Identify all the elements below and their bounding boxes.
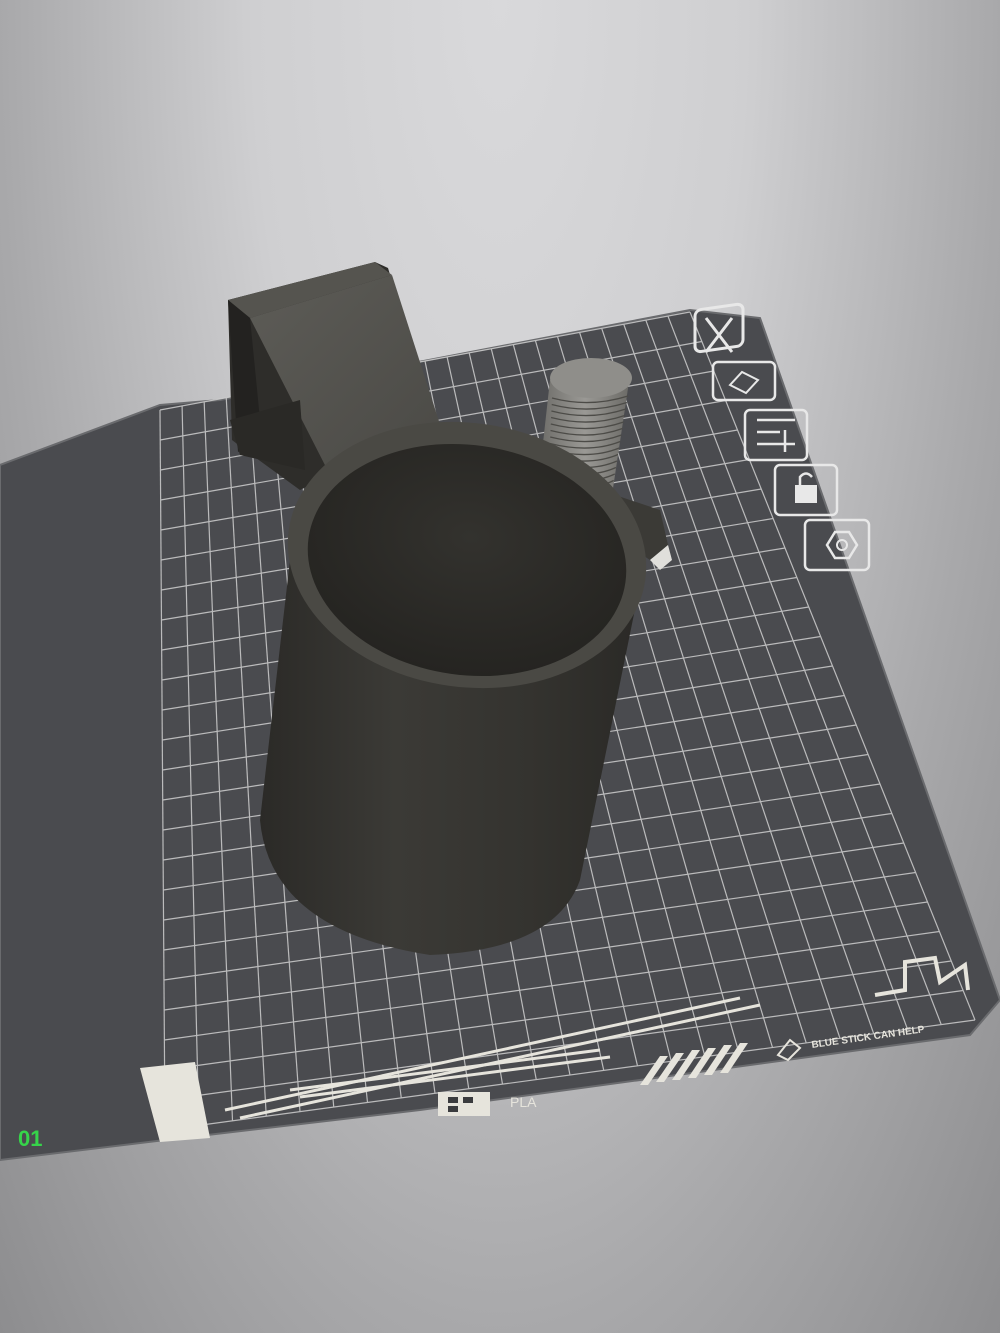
svg-text:PLA: PLA: [510, 1094, 537, 1110]
filament-tag: PLA: [438, 1092, 537, 1116]
plate-index-label[interactable]: 01: [18, 1126, 42, 1152]
3d-viewport[interactable]: PLA BLUE STICK CAN HELP: [0, 0, 1000, 1333]
lock-icon: [795, 485, 817, 503]
